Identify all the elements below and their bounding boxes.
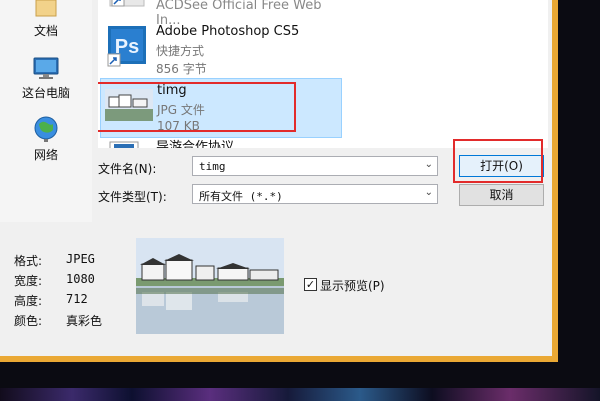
file-name: timg [157, 83, 187, 98]
place-label: 这台电脑 [21, 86, 70, 100]
network-icon [34, 116, 58, 142]
prop-label: 宽度: [14, 274, 43, 288]
cancel-button[interactable]: 取消 [459, 184, 544, 206]
filetype-select[interactable]: 所有文件 (*.*) ⌄ [192, 184, 438, 204]
file-type: 快捷方式 [156, 44, 205, 58]
file-size: 856 字节 [156, 62, 207, 76]
filename-value: timg [199, 160, 226, 173]
chevron-down-icon[interactable]: ⌄ [425, 187, 433, 198]
place-label: 网络 [33, 148, 58, 162]
place-label: 文档 [33, 24, 58, 38]
filename-input[interactable]: timg ⌄ [192, 156, 438, 176]
file-list: ACDSee Official Free Web In... Ps Adobe … [98, 0, 548, 148]
place-documents[interactable]: 文档 [0, 0, 92, 39]
file-type: JPG 文件 [157, 103, 205, 117]
filetype-value: 所有文件 (*.*) [199, 190, 283, 203]
places-sidebar: 文档 这台电脑 网络 [0, 0, 92, 222]
open-file-dialog: 文档 这台电脑 网络 ACDSee Official Free Web In..… [0, 0, 558, 362]
image-preview [136, 238, 284, 334]
documents-icon [35, 0, 57, 17]
prop-value: JPEG [66, 252, 95, 266]
file-item[interactable]: Ps Adobe Photoshop CS5 快捷方式 856 字节 [100, 20, 340, 78]
file-item-selected[interactable]: timg JPG 文件 107 KB [100, 78, 342, 138]
file-name: 导游合作协议 [156, 140, 235, 148]
file-name: Adobe Photoshop CS5 [156, 24, 300, 39]
shortcut-arrow-icon [109, 0, 145, 7]
photoshop-icon: Ps [107, 26, 146, 67]
chevron-down-icon[interactable]: ⌄ [425, 159, 433, 170]
prop-label: 格式: [14, 254, 43, 268]
file-item[interactable]: ACDSee Official Free Web In... [100, 0, 340, 28]
prop-value: 712 [66, 292, 88, 306]
show-preview-label: 显示预览(P) [320, 279, 385, 293]
prop-value: 1080 [66, 272, 95, 286]
dialog-body: 文档 这台电脑 网络 ACDSee Official Free Web In..… [0, 0, 552, 356]
open-button[interactable]: 打开(O) [459, 155, 544, 177]
place-network[interactable]: 网络 [0, 116, 92, 163]
filename-label: 文件名(N): [98, 162, 157, 176]
prop-label: 颜色: [14, 314, 43, 328]
prop-label: 高度: [14, 294, 43, 308]
desktop-background [0, 388, 600, 401]
show-preview-checkbox[interactable]: ✓ [304, 278, 317, 291]
place-this-pc[interactable]: 这台电脑 [0, 56, 92, 101]
document-icon [109, 141, 139, 148]
image-thumbnail-icon [105, 89, 153, 121]
prop-value: 真彩色 [66, 314, 103, 328]
file-item[interactable]: 导游合作协议 [100, 136, 340, 148]
preview-photo [136, 238, 284, 334]
filetype-label: 文件类型(T): [98, 190, 167, 204]
file-size: 107 KB [157, 119, 200, 133]
this-pc-icon [33, 57, 59, 79]
